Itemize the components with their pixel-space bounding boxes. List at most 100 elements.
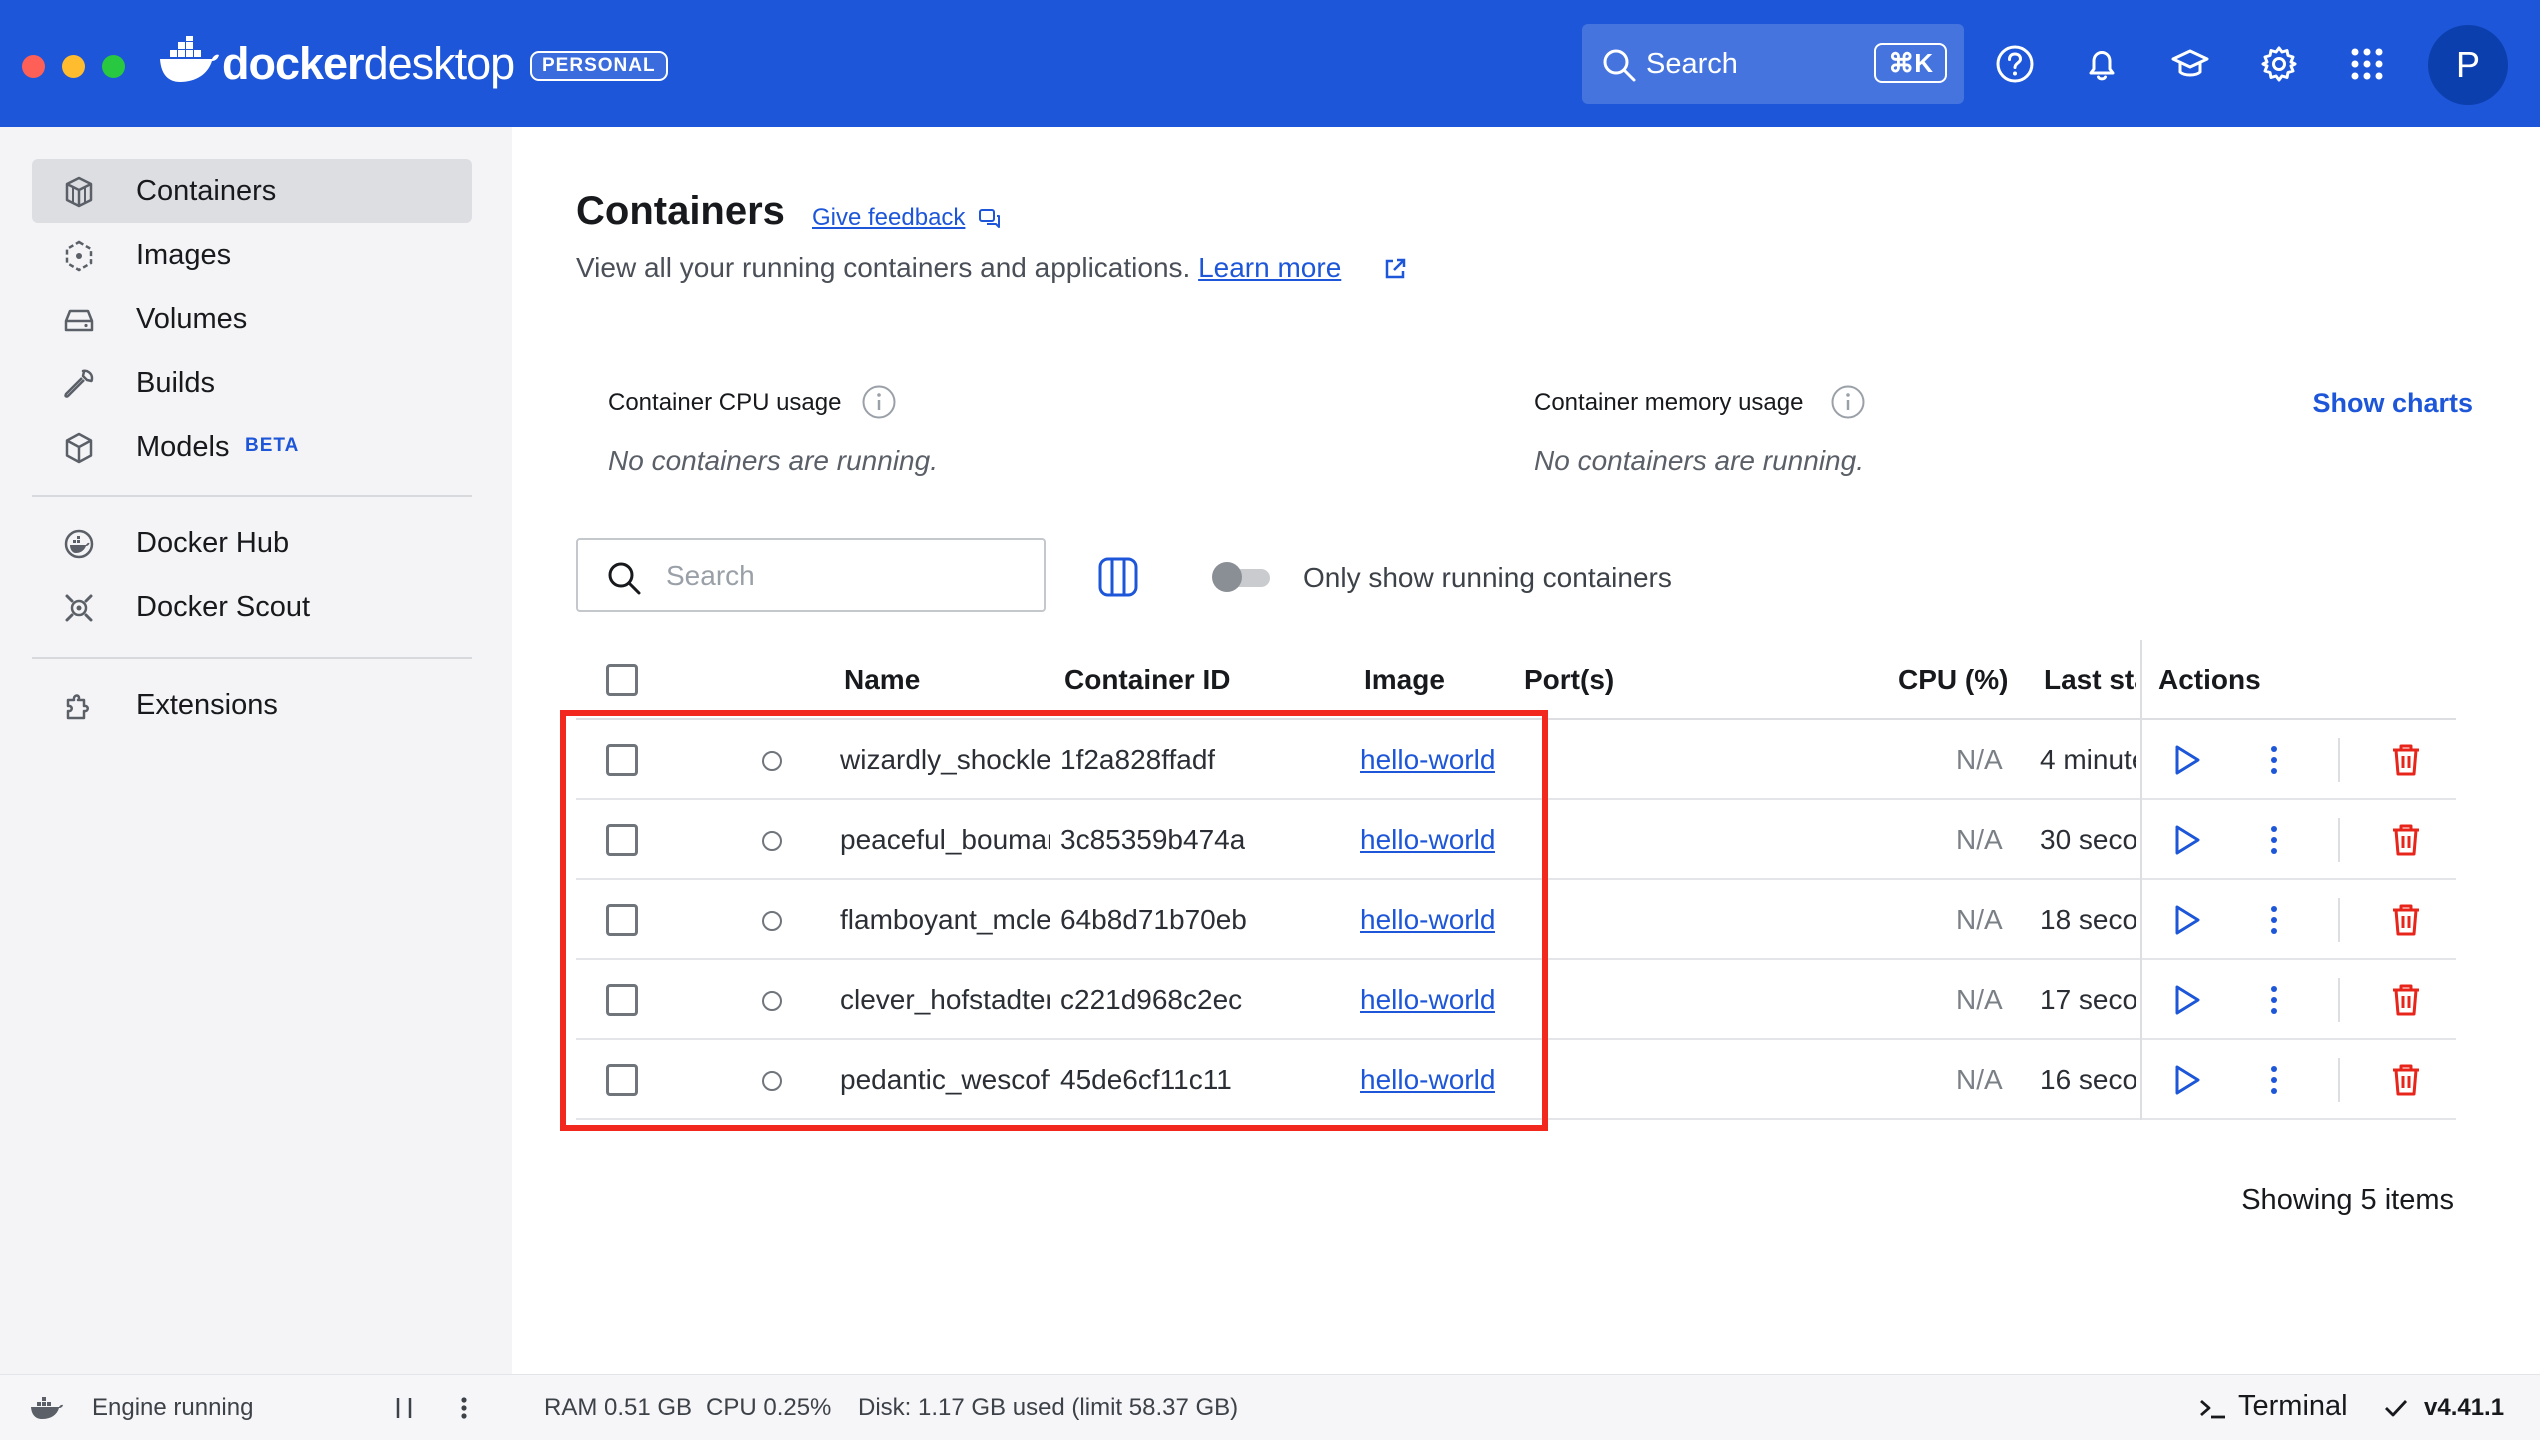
- docker-scout-icon: [65, 594, 93, 622]
- sidebar-item-docker-hub[interactable]: Docker Hub: [32, 511, 472, 575]
- learning-center-icon[interactable]: [2170, 44, 2210, 84]
- show-charts-button[interactable]: Show charts: [2312, 386, 2473, 420]
- pause-icon[interactable]: [392, 1393, 416, 1423]
- engine-more-icon[interactable]: [456, 1393, 472, 1423]
- container-cpu: N/A: [1956, 1064, 2003, 1095]
- minimize-window-button[interactable]: [62, 55, 85, 78]
- container-last-started: 17 seconds ago: [2040, 984, 2136, 1015]
- delete-trash-icon[interactable]: [2388, 902, 2424, 938]
- container-search[interactable]: [576, 538, 1046, 612]
- sidebar-item-label: Containers: [136, 175, 277, 207]
- sidebar-item-label: Docker Scout: [136, 591, 311, 623]
- feedback-chat-icon[interactable]: [978, 207, 1002, 231]
- container-cpu: N/A: [1956, 824, 2003, 855]
- start-play-icon[interactable]: [2168, 1062, 2204, 1098]
- column-header-cpu[interactable]: CPU (%): [1898, 662, 2008, 698]
- delete-trash-icon[interactable]: [2388, 822, 2424, 858]
- container-last-started: 4 minutes ago: [2040, 744, 2136, 775]
- sidebar-item-models[interactable]: Models BETA: [32, 415, 472, 479]
- highlight-annotation-box: [560, 710, 1548, 1131]
- wrench-icon: [64, 369, 94, 398]
- actions-column-divider: [2140, 1040, 2142, 1120]
- models-icon: [65, 432, 93, 464]
- start-play-icon[interactable]: [2168, 982, 2204, 1018]
- settings-gear-icon[interactable]: [2259, 44, 2299, 84]
- zoom-window-button[interactable]: [102, 55, 125, 78]
- memory-usage-label: Container memory usage: [1534, 389, 1804, 416]
- global-search-label: Search: [1646, 48, 1738, 80]
- sidebar-item-label: Docker Hub: [136, 527, 290, 559]
- more-options-icon[interactable]: [2256, 982, 2292, 1018]
- sidebar-divider: [32, 495, 472, 497]
- delete-trash-icon[interactable]: [2388, 982, 2424, 1018]
- sidebar-item-label: Volumes: [136, 303, 248, 335]
- sidebar-item-volumes[interactable]: Volumes: [32, 287, 472, 351]
- actions-divider: [2338, 1058, 2340, 1102]
- sidebar-item-docker-scout[interactable]: Docker Scout: [32, 575, 472, 639]
- page-subtitle: View all your running containers and app…: [576, 250, 1341, 286]
- apps-grid-icon[interactable]: [2347, 44, 2387, 84]
- sidebar-item-extensions[interactable]: Extensions: [32, 673, 472, 737]
- sidebar-item-containers[interactable]: Containers: [32, 159, 472, 223]
- actions-divider: [2338, 978, 2340, 1022]
- delete-trash-icon[interactable]: [2388, 1062, 2424, 1098]
- status-bar: Engine running RAM 0.51 GB CPU 0.25% Dis…: [0, 1374, 2540, 1440]
- start-play-icon[interactable]: [2168, 742, 2204, 778]
- docker-desktop-window: dockerdesktop PERSONAL Search ⌘K P Conta…: [0, 0, 2540, 1440]
- engine-status: Engine running: [92, 1394, 254, 1421]
- column-settings-icon[interactable]: [1096, 555, 1140, 599]
- sidebar-divider: [32, 657, 472, 659]
- delete-trash-icon[interactable]: [2388, 742, 2424, 778]
- start-play-icon[interactable]: [2168, 902, 2204, 938]
- start-play-icon[interactable]: [2168, 822, 2204, 858]
- external-link-icon[interactable]: [1382, 256, 1408, 282]
- terminal-button[interactable]: Terminal: [2238, 1390, 2348, 1422]
- close-window-button[interactable]: [22, 55, 45, 78]
- container-cpu: N/A: [1956, 984, 2003, 1015]
- sidebar-item-label: Extensions: [136, 689, 278, 721]
- column-header-ports[interactable]: Port(s): [1524, 662, 1614, 698]
- sidebar-item-label: Models: [136, 431, 230, 463]
- sidebar: Containers Images Volumes Builds Models …: [0, 127, 512, 1374]
- container-last-started: 18 seconds ago: [2040, 904, 2136, 935]
- user-avatar[interactable]: P: [2428, 25, 2508, 105]
- container-cpu: N/A: [1956, 744, 2003, 775]
- cpu-usage-label: Container CPU usage: [608, 389, 842, 416]
- app-version[interactable]: v4.41.1: [2424, 1392, 2504, 1424]
- container-search-input[interactable]: [666, 554, 1026, 598]
- actions-column-divider: [2140, 960, 2142, 1040]
- brand-name: dockerdesktop: [222, 38, 515, 89]
- learn-more-link[interactable]: Learn more: [1198, 252, 1341, 283]
- docker-hub-icon: [64, 529, 94, 559]
- more-options-icon[interactable]: [2256, 742, 2292, 778]
- bell-icon[interactable]: [2082, 44, 2122, 84]
- help-icon[interactable]: [1995, 44, 2035, 84]
- column-header-container-id[interactable]: Container ID: [1064, 662, 1230, 698]
- more-options-icon[interactable]: [2256, 822, 2292, 858]
- column-header-last-started[interactable]: Last started: [2044, 662, 2136, 698]
- actions-divider: [2338, 898, 2340, 942]
- more-options-icon[interactable]: [2256, 902, 2292, 938]
- disk-usage: Disk: 1.17 GB used (limit 58.37 GB): [858, 1394, 1239, 1421]
- global-search-button[interactable]: Search ⌘K: [1582, 24, 1964, 104]
- ram-usage: RAM 0.51 GB: [544, 1394, 693, 1421]
- memory-info-icon[interactable]: [1830, 384, 1866, 420]
- container-cpu: N/A: [1956, 904, 2003, 935]
- containers-icon: [65, 176, 93, 208]
- checkmark-icon: [2385, 1400, 2408, 1417]
- cpu-info-icon[interactable]: [861, 384, 897, 420]
- only-running-toggle[interactable]: [1212, 562, 1272, 592]
- column-header-name[interactable]: Name: [844, 662, 920, 698]
- engine-whale-icon: [31, 1397, 63, 1419]
- column-header-image[interactable]: Image: [1364, 662, 1445, 698]
- actions-divider: [2338, 818, 2340, 862]
- actions-column-divider: [2140, 640, 2142, 720]
- more-options-icon[interactable]: [2256, 1062, 2292, 1098]
- give-feedback-link[interactable]: Give feedback: [812, 203, 965, 233]
- select-all-checkbox[interactable]: [606, 664, 638, 696]
- sidebar-item-builds[interactable]: Builds: [32, 351, 472, 415]
- sidebar-item-images[interactable]: Images: [32, 223, 472, 287]
- beta-badge: BETA: [245, 435, 300, 456]
- terminal-prompt-icon[interactable]: [2198, 1393, 2228, 1423]
- search-shortcut-badge: ⌘K: [1874, 43, 1947, 83]
